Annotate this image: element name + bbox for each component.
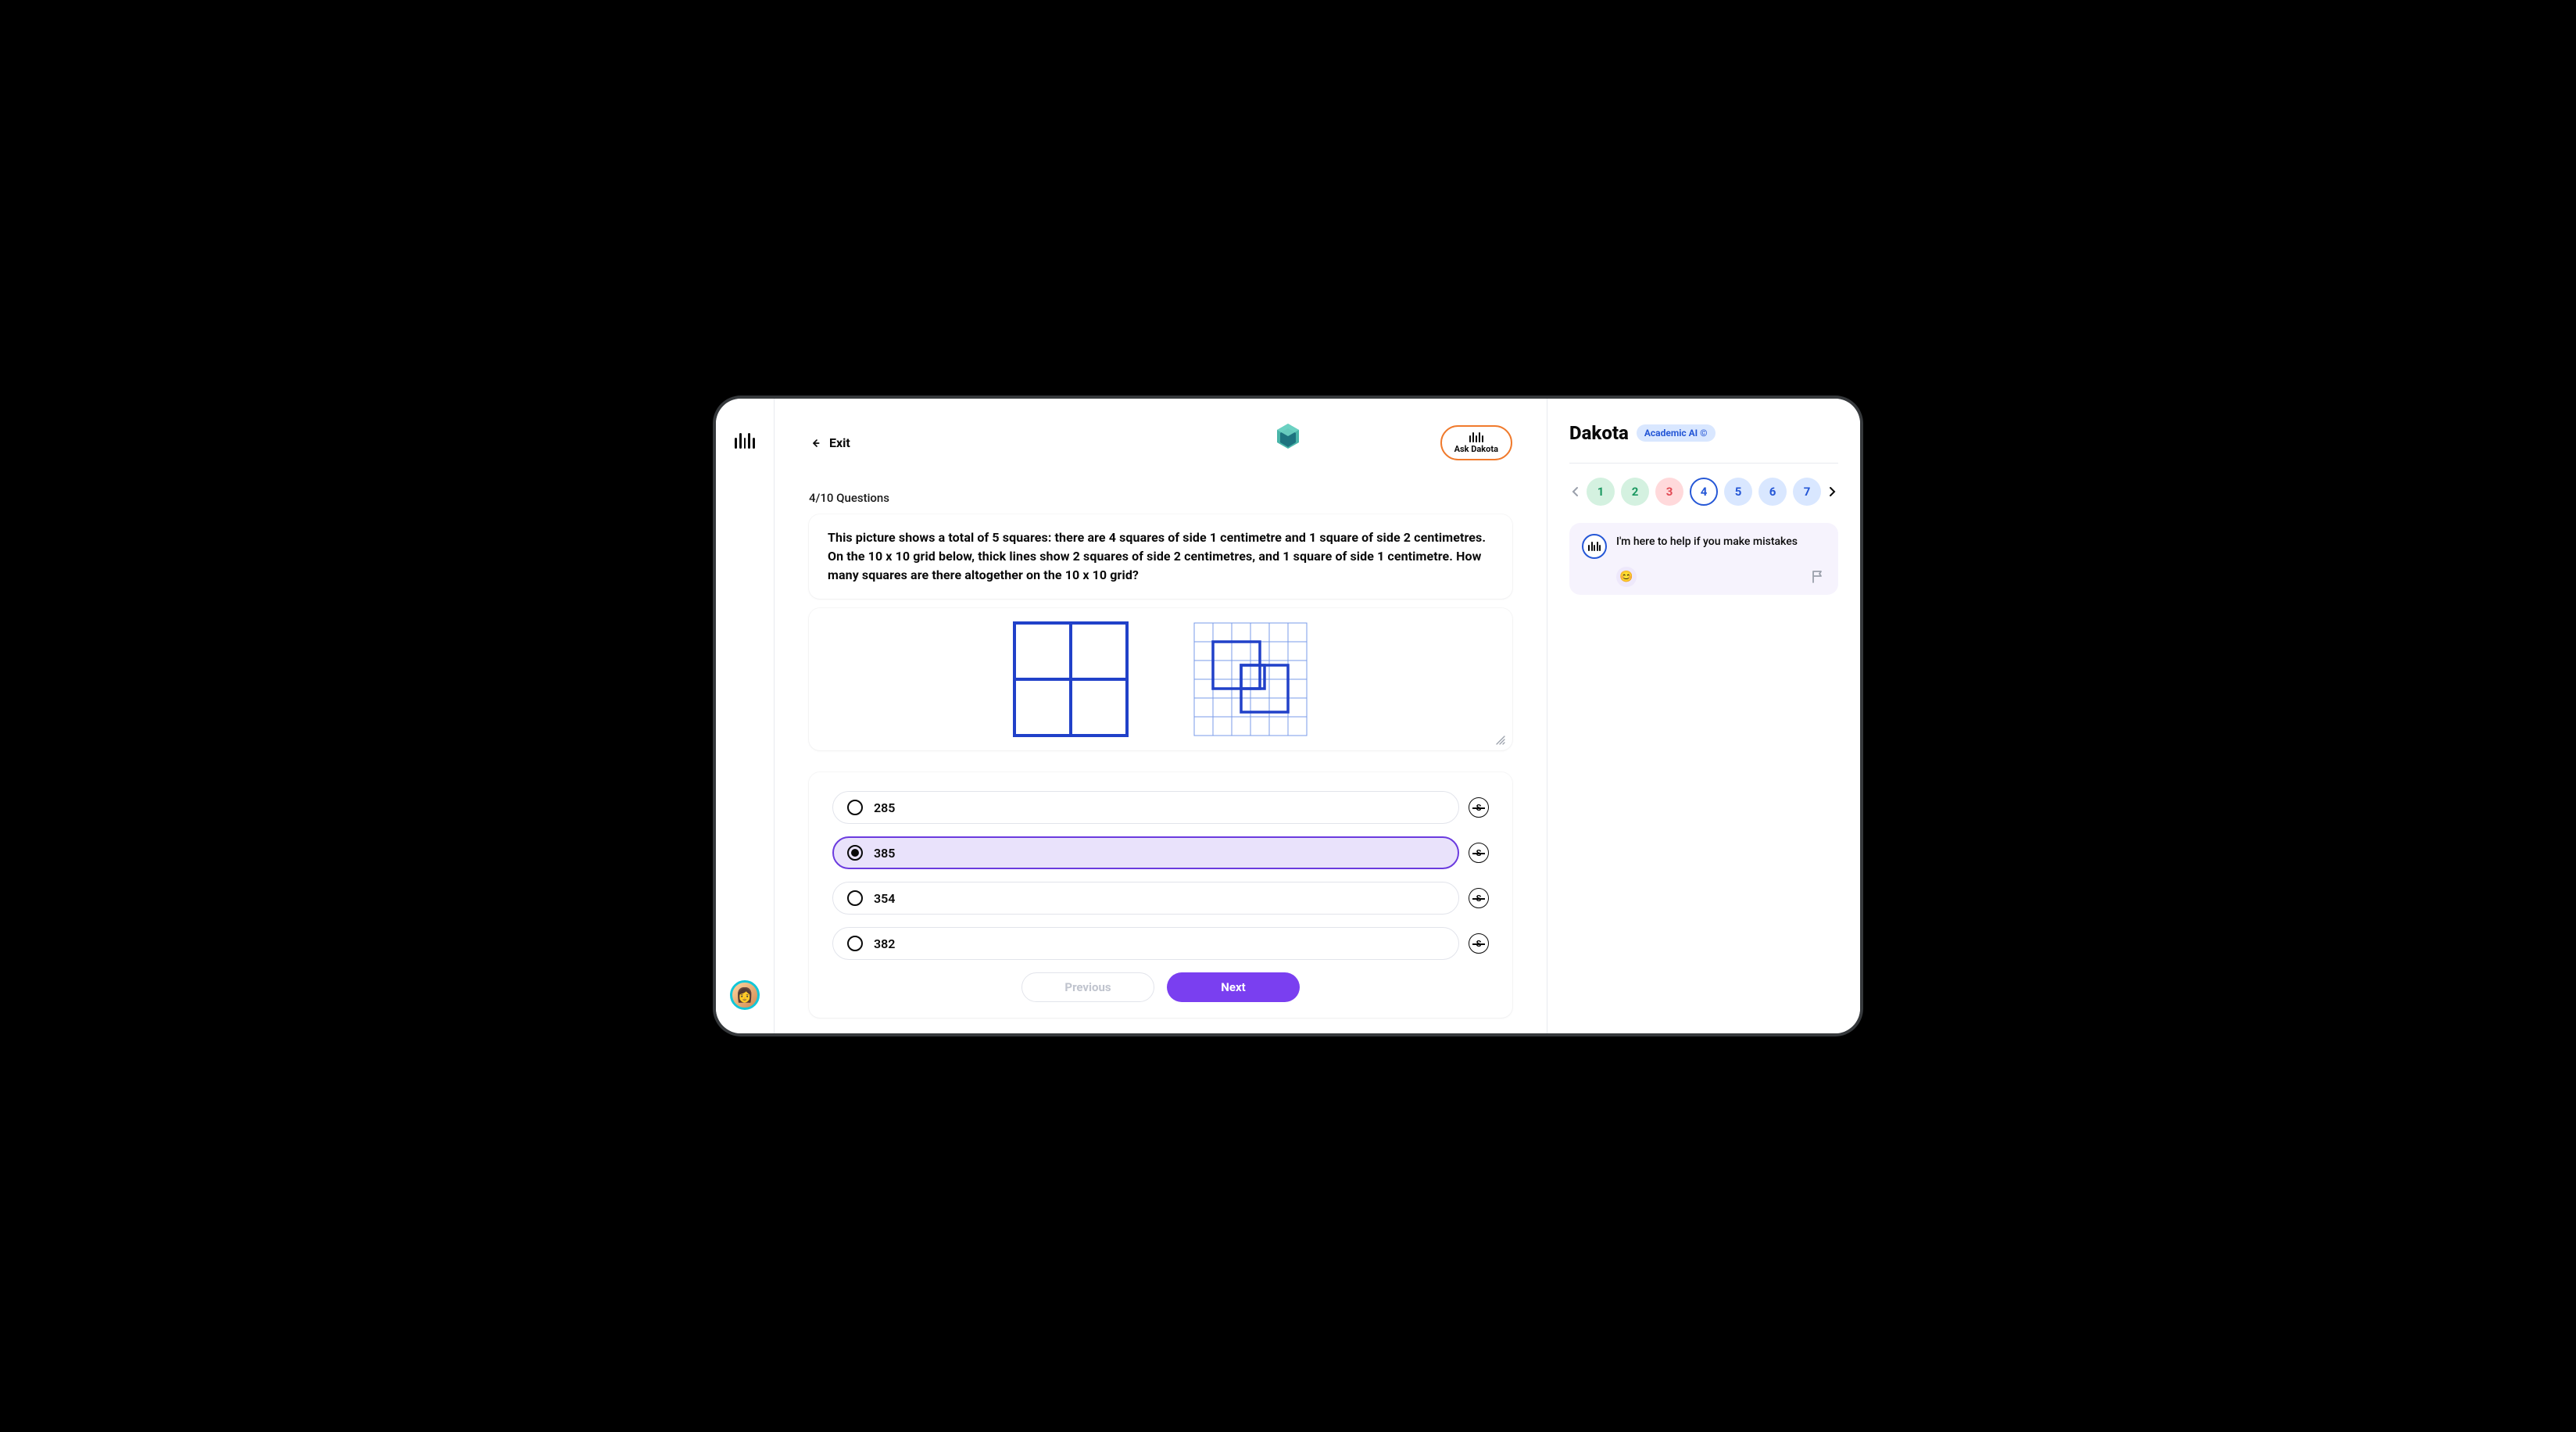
question-text: This picture shows a total of 5 squares:… [828, 528, 1494, 585]
divider [1569, 463, 1838, 464]
arrow-left-icon [809, 437, 821, 449]
question-dot-6[interactable]: 6 [1758, 478, 1787, 506]
diagram-right [1192, 621, 1309, 738]
option-row: 385 [832, 836, 1489, 869]
option-1[interactable]: 385 [832, 836, 1459, 869]
option-3[interactable]: 382 [832, 927, 1459, 960]
option-0[interactable]: 285 [832, 791, 1459, 824]
emoji-react-button[interactable]: 😊 [1616, 567, 1637, 587]
nav-buttons: Previous Next [832, 972, 1489, 1002]
right-panel: Dakota Academic AI © 1234567 I'm here to… [1547, 399, 1860, 1033]
panel-title: Dakota [1569, 422, 1629, 444]
academic-ai-badge: Academic AI © [1637, 424, 1716, 442]
resize-handle-icon[interactable] [1495, 735, 1506, 746]
ask-dakota-label: Ask Dakota [1454, 444, 1498, 454]
content-column: Exit Ask Dakota 4/10 Questions This pict… [775, 399, 1547, 1033]
option-2[interactable]: 354 [832, 882, 1459, 915]
diagram-left [1012, 621, 1129, 738]
radio-icon [847, 800, 863, 815]
next-button[interactable]: Next [1167, 972, 1300, 1002]
question-dot-5[interactable]: 5 [1724, 478, 1752, 506]
strikethrough-button[interactable] [1469, 933, 1489, 954]
qnav-prev-icon[interactable] [1569, 485, 1580, 499]
exit-label: Exit [829, 435, 850, 450]
strikethrough-button[interactable] [1469, 797, 1489, 818]
question-progress: 4/10 Questions [809, 491, 1512, 505]
flag-icon [1810, 569, 1826, 585]
radio-icon [847, 936, 863, 951]
topbar: Exit Ask Dakota [809, 425, 1512, 461]
strikethrough-button[interactable] [1469, 843, 1489, 863]
question-nav: 1234567 [1569, 478, 1838, 506]
option-row: 285 [832, 791, 1489, 824]
exit-button[interactable]: Exit [809, 435, 850, 450]
main-area: Exit Ask Dakota 4/10 Questions This pict… [775, 399, 1860, 1033]
radio-icon [847, 890, 863, 906]
dakota-logo-icon [1469, 431, 1483, 442]
radio-icon [847, 845, 863, 861]
question-dot-2[interactable]: 2 [1621, 478, 1649, 506]
question-image-card [809, 608, 1512, 750]
avatar[interactable]: 👩 [730, 980, 760, 1010]
sidebar-rail: 👩 [716, 399, 775, 1033]
option-label: 385 [874, 846, 895, 861]
options-card: 285 385 354 382 Previous Next [809, 772, 1512, 1018]
option-label: 285 [874, 800, 895, 815]
option-row: 382 [832, 927, 1489, 960]
brand-logo-icon [735, 431, 755, 449]
chat-bubble: I'm here to help if you make mistakes 😊 [1569, 523, 1838, 595]
option-row: 354 [832, 882, 1489, 915]
ask-dakota-button[interactable]: Ask Dakota [1440, 425, 1512, 460]
strikethrough-button[interactable] [1469, 888, 1489, 908]
flag-button[interactable] [1810, 569, 1826, 585]
app-logo-icon [1271, 421, 1305, 455]
option-label: 382 [874, 936, 895, 951]
option-label: 354 [874, 891, 895, 906]
app-frame: 👩 Exit Ask Dakota 4/10 Questions [716, 399, 1860, 1033]
panel-header: Dakota Academic AI © [1569, 422, 1838, 444]
question-dot-4[interactable]: 4 [1690, 478, 1718, 506]
qnav-next-icon[interactable] [1827, 485, 1838, 499]
previous-button[interactable]: Previous [1021, 972, 1154, 1002]
question-dot-1[interactable]: 1 [1587, 478, 1615, 506]
dakota-avatar-icon [1582, 534, 1607, 559]
question-dot-3[interactable]: 3 [1655, 478, 1683, 506]
chat-message: I'm here to help if you make mistakes [1616, 534, 1798, 548]
question-card: This picture shows a total of 5 squares:… [809, 514, 1512, 599]
question-dot-7[interactable]: 7 [1793, 478, 1821, 506]
